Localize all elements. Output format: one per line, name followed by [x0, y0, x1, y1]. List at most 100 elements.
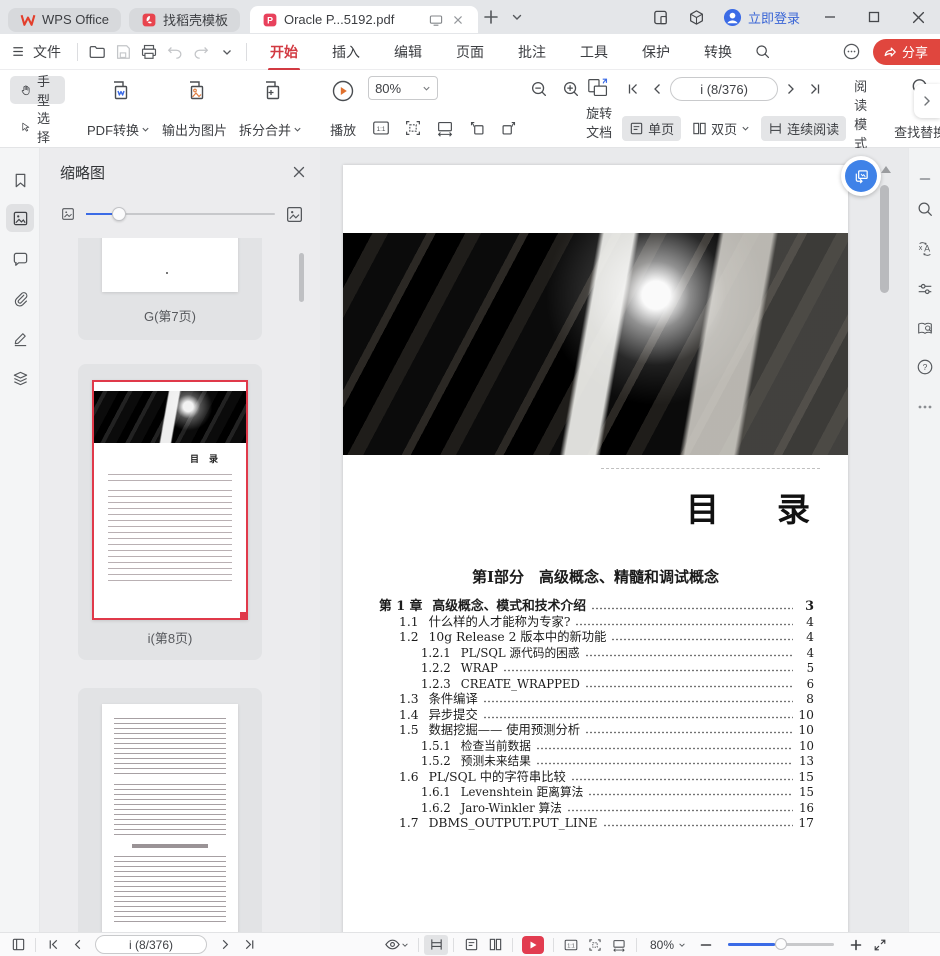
thumbnail-size-slider[interactable] [86, 213, 275, 215]
play-slideshow-button[interactable]: 播放 [324, 76, 362, 141]
page-indicator-input-status[interactable]: i (8/376) [95, 935, 207, 954]
slider-handle[interactable] [112, 207, 126, 221]
actual-size-button[interactable]: 1:1 [368, 115, 394, 141]
double-page-button-status[interactable] [483, 935, 507, 955]
page-indicator-input[interactable]: i (8/376) [670, 77, 778, 101]
share-button[interactable]: 分享 [873, 39, 940, 65]
menu-item-home[interactable]: 开始 [256, 38, 312, 66]
double-page-mode-button[interactable]: 双页 [685, 116, 757, 141]
print-button[interactable] [136, 39, 162, 65]
document-scrollbar[interactable] [878, 160, 892, 920]
rotate-right-button[interactable] [496, 115, 522, 141]
select-tool-button[interactable]: 选择 [10, 113, 65, 141]
more-options-button[interactable] [839, 39, 865, 65]
bookmarks-panel-button[interactable] [6, 166, 34, 194]
menu-item-tools[interactable]: 工具 [566, 38, 622, 66]
zoom-in-button[interactable] [558, 76, 584, 102]
export-image-float-button[interactable] [841, 156, 881, 196]
translate-button[interactable]: xA [912, 236, 938, 262]
open-file-button[interactable] [84, 39, 110, 65]
comments-panel-button[interactable] [6, 245, 34, 273]
continuous-reading-button[interactable]: 连续阅读 [761, 116, 846, 141]
zoom-in-button-status[interactable] [844, 935, 868, 955]
mobile-device-button[interactable] [643, 0, 679, 34]
present-on-device-icon[interactable] [428, 12, 444, 28]
workspace-button[interactable] [679, 0, 715, 34]
fit-width-button[interactable] [432, 115, 458, 141]
zoom-out-button-status[interactable] [694, 935, 718, 955]
tab-wps-home[interactable]: WPS Office [8, 8, 121, 32]
thumbnail-item-page8-selected[interactable]: 目录 i(第8页) [78, 364, 262, 660]
read-mode-group[interactable]: 阅读模式 [854, 76, 878, 141]
tab-docer-templates[interactable]: 找稻壳模板 [129, 8, 240, 32]
view-options-button[interactable] [379, 935, 413, 955]
close-window-button[interactable] [896, 0, 940, 34]
thumbnail-resize-handle[interactable] [240, 612, 248, 620]
single-page-mode-button[interactable]: 单页 [622, 116, 681, 141]
maximize-button[interactable] [852, 0, 896, 34]
last-page-button[interactable] [804, 76, 826, 102]
pdf-convert-button[interactable]: PDF转换 [81, 76, 156, 141]
layers-panel-button[interactable] [6, 364, 34, 392]
fullscreen-button[interactable] [868, 935, 892, 955]
attachments-panel-button[interactable] [6, 284, 34, 312]
zoom-slider[interactable] [728, 943, 834, 946]
actual-size-button-status[interactable]: 1:1 [559, 935, 583, 955]
search-sidebar-button[interactable] [912, 196, 938, 222]
zoom-level-button[interactable]: 80% [650, 938, 686, 952]
thumbnail-item-next[interactable] [78, 688, 262, 932]
first-page-button-status[interactable] [41, 935, 65, 955]
fit-page-button-status[interactable] [583, 935, 607, 955]
fit-page-button[interactable] [400, 115, 426, 141]
tab-document-active[interactable]: P Oracle P...5192.pdf [250, 6, 478, 33]
menu-item-edit[interactable]: 编辑 [380, 38, 436, 66]
menu-item-annotate[interactable]: 批注 [504, 38, 560, 66]
menu-item-page[interactable]: 页面 [442, 38, 498, 66]
collapse-sidebar-button[interactable] [912, 166, 938, 192]
menu-item-protect[interactable]: 保护 [628, 38, 684, 66]
signature-panel-button[interactable] [6, 324, 34, 352]
split-merge-button[interactable]: 拆分合并 [233, 76, 308, 141]
single-page-button-status[interactable] [459, 935, 483, 955]
help-button[interactable]: ? [912, 354, 938, 380]
toolbar-expand-button[interactable] [914, 84, 940, 118]
zoom-slider-handle[interactable] [775, 938, 787, 950]
first-page-button[interactable] [622, 76, 644, 102]
zoom-select[interactable]: 80% [368, 76, 438, 100]
scrollbar-thumb[interactable] [880, 185, 889, 293]
dictionary-lookup-button[interactable] [912, 316, 938, 342]
minimize-button[interactable] [808, 0, 852, 34]
tab-list-button[interactable] [504, 4, 530, 30]
previous-page-button-status[interactable] [65, 935, 89, 955]
fit-width-button-status[interactable] [607, 935, 631, 955]
display-settings-button[interactable] [912, 276, 938, 302]
save-button[interactable] [110, 39, 136, 65]
last-page-button-status[interactable] [237, 935, 261, 955]
undo-button[interactable] [162, 39, 188, 65]
close-panel-icon[interactable] [292, 165, 306, 179]
login-button[interactable]: 立即登录 [715, 8, 808, 27]
play-button-status[interactable] [522, 936, 544, 954]
export-image-button[interactable]: 输出为图片 [156, 76, 233, 141]
close-tab-icon[interactable] [450, 12, 466, 28]
rotate-document-group[interactable]: 旋转文档 [586, 76, 612, 141]
menu-item-insert[interactable]: 插入 [318, 38, 374, 66]
document-viewport[interactable]: 目 录 第Ⅰ部分 高级概念、精髓和调试概念 第 1 章 高级概念、模式和技术介绍… [320, 148, 908, 932]
previous-page-button[interactable] [646, 76, 668, 102]
thumbnail-item-page7[interactable]: G(第7页) [78, 238, 262, 340]
hand-tool-button[interactable]: 手型 [10, 76, 65, 104]
next-page-button[interactable] [780, 76, 802, 102]
redo-button[interactable] [188, 39, 214, 65]
new-tab-button[interactable] [478, 4, 504, 30]
continuous-mode-button-status[interactable] [424, 935, 448, 955]
rotate-left-button[interactable] [464, 115, 490, 141]
scroll-up-arrow[interactable] [881, 166, 891, 173]
thumbnails-panel-button[interactable] [6, 204, 34, 232]
file-menu-button[interactable]: 文件 [0, 42, 71, 62]
zoom-out-button[interactable] [526, 76, 552, 102]
more-sidebar-button[interactable] [912, 394, 938, 420]
thumbnail-scrollbar[interactable] [299, 253, 304, 302]
menu-search-button[interactable] [749, 39, 775, 65]
next-page-button-status[interactable] [213, 935, 237, 955]
menu-item-convert[interactable]: 转换 [690, 38, 746, 66]
